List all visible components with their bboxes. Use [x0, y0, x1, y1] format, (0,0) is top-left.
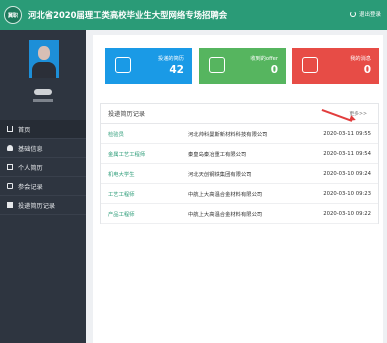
stat-label: 收到的offer: [250, 56, 278, 62]
position-link[interactable]: 机电大学生: [108, 170, 135, 178]
company-name: 河北天创钢铁集团有限公司: [188, 171, 252, 178]
sidebar-item-basic-info[interactable]: 基础信息: [0, 139, 86, 158]
submit-time: 2020-03-10 09:24: [323, 170, 371, 177]
table-row: 工艺工程师 中航上大高温合金材料有限公司 2020-03-10 09:23: [101, 184, 378, 204]
sidebar-item-label: 投递简历记录: [18, 202, 56, 210]
avatar: [29, 40, 59, 78]
stat-card-messages[interactable]: 我的消息 0: [292, 48, 379, 84]
sidebar-item-label: 个人简历: [18, 164, 43, 172]
top-header: 冀职 河北省2020届理工类高校毕业生大型网络专场招聘会 退出登录: [0, 0, 387, 30]
submit-time: 2020-03-10 09:23: [323, 190, 371, 197]
submit-time: 2020-03-10 09:22: [323, 210, 371, 217]
stat-label: 投递的简历: [158, 56, 184, 62]
sidebar-item-submissions[interactable]: 投递简历记录: [0, 196, 86, 215]
position-link[interactable]: 检验员: [108, 130, 124, 138]
university-logo: 冀职: [4, 6, 22, 24]
sidebar: 首页 基础信息 个人简历 参会记录 投递简历记录: [0, 30, 86, 343]
logout-button[interactable]: 退出登录: [349, 10, 381, 18]
sidebar-item-home[interactable]: 首页: [0, 120, 86, 139]
table-row: 产品工程师 中航上大高温合金材料有限公司 2020-03-10 09:22: [101, 204, 378, 224]
stat-value: 0: [270, 64, 278, 76]
sidebar-item-label: 参会记录: [18, 183, 43, 191]
main-content: 投递的简历 42 收到的offer 0 我的消息 0 投递简历记录 更多>> 检…: [93, 35, 383, 343]
sidebar-item-attendance[interactable]: 参会记录: [0, 177, 86, 196]
sidebar-item-label: 首页: [18, 126, 31, 134]
resume-icon: [115, 57, 131, 73]
mail-icon: [209, 57, 225, 73]
submission-records-panel: 投递简历记录 更多>> 检验员 河北帅科曼斯新材料科技有限公司 2020-03-…: [100, 103, 379, 224]
sidebar-item-resume[interactable]: 个人简历: [0, 158, 86, 177]
company-name: 中航上大高温合金材料有限公司: [188, 191, 263, 198]
stat-card-offers[interactable]: 收到的offer 0: [199, 48, 286, 84]
document-icon: [7, 164, 13, 170]
panel-header: 投递简历记录 更多>>: [101, 104, 378, 124]
stat-value: 0: [363, 64, 371, 76]
user-name-redacted: [34, 89, 52, 95]
sidebar-item-label: 基础信息: [18, 145, 43, 153]
company-name: 秦皇岛秦冶重工有限公司: [188, 151, 247, 158]
stat-value: 42: [169, 64, 184, 76]
site-title: 河北省2020届理工类高校毕业生大型网络专场招聘会: [28, 10, 228, 20]
table-row: 金属工艺工程师 秦皇岛秦冶重工有限公司 2020-03-11 09:54: [101, 144, 378, 164]
logout-label: 退出登录: [358, 12, 381, 18]
list-icon: [7, 202, 13, 208]
company-name: 河北帅科曼斯新材料科技有限公司: [188, 131, 268, 138]
power-icon: [349, 11, 356, 17]
more-link[interactable]: 更多>>: [349, 110, 367, 117]
message-icon: [302, 57, 318, 73]
user-subtitle-redacted: [33, 99, 53, 102]
position-link[interactable]: 金属工艺工程师: [108, 150, 145, 158]
table-row: 机电大学生 河北天创钢铁集团有限公司 2020-03-10 09:24: [101, 164, 378, 184]
position-link[interactable]: 工艺工程师: [108, 190, 135, 198]
avatar-body: [32, 62, 56, 78]
position-link[interactable]: 产品工程师: [108, 210, 135, 218]
avatar-head: [38, 46, 50, 60]
stat-card-resumes[interactable]: 投递的简历 42: [105, 48, 192, 84]
submit-time: 2020-03-11 09:54: [323, 150, 371, 157]
home-icon: [7, 126, 13, 132]
table-row: 检验员 河北帅科曼斯新材料科技有限公司 2020-03-11 09:55: [101, 124, 378, 144]
panel-title: 投递简历记录: [108, 111, 146, 118]
annotation-arrow: [321, 109, 353, 122]
user-icon: [7, 145, 13, 151]
sidebar-nav: 首页 基础信息 个人简历 参会记录 投递简历记录: [0, 120, 86, 215]
company-name: 中航上大高温合金材料有限公司: [188, 211, 263, 218]
chair-icon: [7, 183, 13, 189]
stat-label: 我的消息: [350, 56, 371, 62]
submit-time: 2020-03-11 09:55: [323, 130, 371, 137]
